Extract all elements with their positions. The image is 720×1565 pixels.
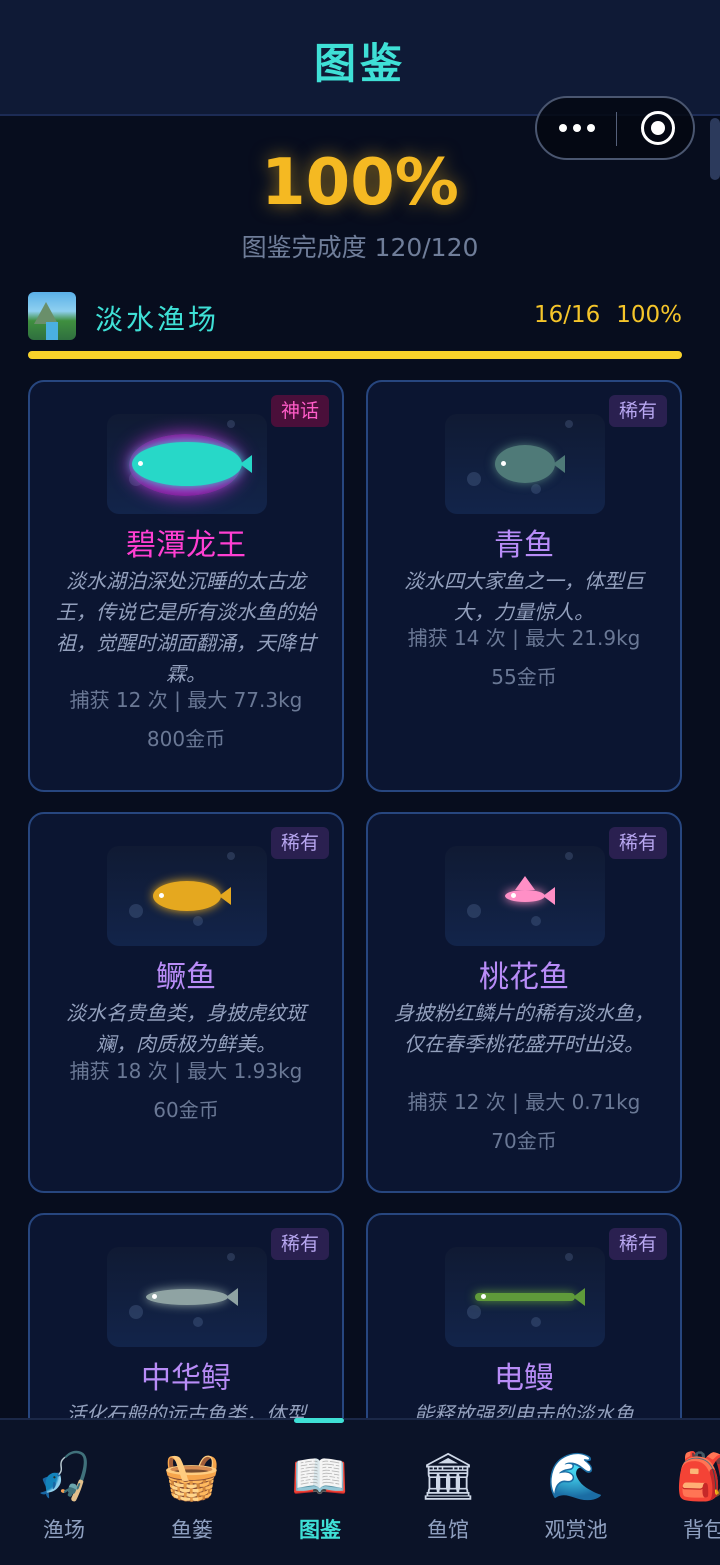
nav-tab[interactable]: 🧺 鱼篓 — [128, 1420, 256, 1565]
book-icon: 📖 — [291, 1449, 349, 1503]
rarity-badge: 稀有 — [608, 1228, 667, 1260]
completion-label: 图鉴完成度 120/120 — [241, 233, 479, 262]
close-circle-icon[interactable] — [641, 111, 675, 145]
nav-label: 背包 — [683, 1518, 720, 1542]
rarity-badge: 稀有 — [608, 395, 667, 427]
backpack-icon: 🎒 — [675, 1449, 720, 1503]
completion-percent: 100% — [261, 146, 459, 220]
museum-icon: 🏛 — [418, 1449, 478, 1503]
fish-image — [445, 846, 605, 946]
fish-name: 桃花鱼 — [479, 960, 569, 995]
nav-label: 渔场 — [43, 1518, 85, 1542]
fish-image — [445, 414, 605, 514]
fish-coin-value: 70金币 — [491, 1129, 557, 1153]
fish-coin-value: 800金币 — [146, 727, 226, 751]
fish-name: 鳜鱼 — [156, 960, 216, 995]
fishing-rod-icon: 🎣 — [35, 1449, 93, 1503]
fish-stats: 捕获 12 次 | 最大 77.3kg — [69, 688, 303, 712]
page-title: 图鉴 — [313, 39, 406, 88]
rarity-badge: 稀有 — [270, 1228, 329, 1260]
fish-card[interactable]: 稀有桃花鱼身披粉红鳞片的稀有淡水鱼，仅在春季桃花盛开时出没。捕获 12 次 | … — [366, 812, 682, 1193]
fish-stats: 捕获 12 次 | 最大 0.71kg — [407, 1090, 641, 1114]
nav-tab[interactable]: 🎣 渔场 — [0, 1420, 128, 1565]
fish-name: 碧潭龙王 — [126, 528, 246, 563]
fish-card[interactable]: 稀有青鱼淡水四大家鱼之一，体型巨大，力量惊人。 捕获 14 次 | 最大 21.9… — [366, 380, 682, 792]
landscape-icon — [28, 292, 76, 340]
rarity-badge: 神话 — [270, 395, 329, 427]
nav-label: 观赏池 — [544, 1518, 608, 1542]
section-count: 16/16 — [533, 302, 601, 328]
fish-image — [107, 414, 267, 514]
section-progress-bar — [28, 351, 682, 359]
fish-stats: 捕获 14 次 | 最大 21.9kg — [407, 626, 641, 650]
section-percent: 100% — [616, 302, 682, 328]
fish-description: 淡水湖泊深处沉睡的太古龙王，传说它是所有淡水鱼的始祖，觉醒时湖面翻涌，天降甘霖。 — [56, 569, 316, 686]
fish-description: 身披粉红鳞片的稀有淡水鱼，仅在春季桃花盛开时出没。 — [394, 1001, 654, 1056]
rarity-badge: 稀有 — [270, 827, 329, 859]
more-options-icon[interactable] — [559, 118, 597, 138]
section-title: 淡水渔场 — [95, 303, 220, 336]
fish-card[interactable]: 稀有鳜鱼淡水名贵鱼类，身披虎纹斑斓，肉质极为鲜美。捕获 18 次 | 最大 1.… — [28, 812, 344, 1193]
fish-coin-value: 55金币 — [491, 665, 557, 689]
nav-tab[interactable]: 🏛 鱼馆 — [384, 1420, 512, 1565]
fish-description: 淡水名贵鱼类，身披虎纹斑斓，肉质极为鲜美。 — [66, 1001, 306, 1056]
nav-label: 图鉴 — [299, 1518, 341, 1542]
basket-icon: 🧺 — [163, 1449, 221, 1503]
section-header[interactable]: 淡水渔场 16/16 100% — [28, 292, 682, 344]
bottom-nav: 🎣 渔场 🧺 鱼篓 📖 图鉴 🏛 鱼馆 🌊 观赏池 🎒 背包 — [0, 1418, 720, 1565]
fish-coin-value: 60金币 — [153, 1098, 219, 1122]
fish-name: 青鱼 — [494, 528, 554, 563]
nav-label: 鱼篓 — [171, 1518, 213, 1542]
nav-tab[interactable]: 📖 图鉴 — [256, 1420, 384, 1565]
fish-image — [107, 846, 267, 946]
nav-label: 鱼馆 — [427, 1518, 469, 1542]
active-tab-indicator — [294, 1418, 344, 1423]
fish-name: 电鳗 — [494, 1361, 554, 1396]
section-progress-text: 16/16 100% — [518, 302, 682, 328]
capsule-divider — [616, 112, 617, 146]
section-progress-fill — [28, 351, 682, 359]
nav-tab[interactable]: 🎒 背包 — [640, 1420, 720, 1565]
fish-stats: 捕获 18 次 | 最大 1.93kg — [69, 1059, 303, 1083]
nav-tab[interactable]: 🌊 观赏池 — [512, 1420, 640, 1565]
fish-description: 淡水四大家鱼之一，体型巨大，力量惊人。 — [404, 569, 644, 624]
fish-name: 中华鲟 — [141, 1361, 231, 1396]
rarity-badge: 稀有 — [608, 827, 667, 859]
fish-card[interactable]: 神话碧潭龙王淡水湖泊深处沉睡的太古龙王，传说它是所有淡水鱼的始祖，觉醒时湖面翻涌… — [28, 380, 344, 792]
fish-image — [107, 1247, 267, 1347]
wave-icon: 🌊 — [547, 1449, 605, 1503]
fish-image — [445, 1247, 605, 1347]
